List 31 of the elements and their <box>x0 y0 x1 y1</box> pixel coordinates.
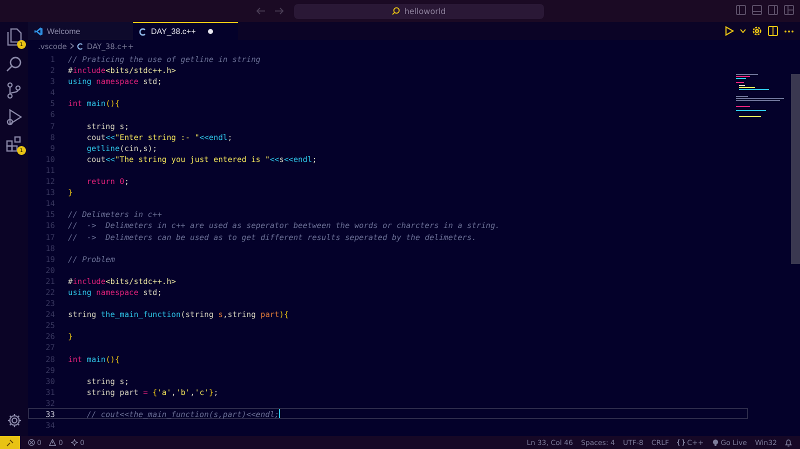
more-icon[interactable] <box>784 30 794 32</box>
remote-button[interactable] <box>0 436 20 449</box>
editor-tab[interactable]: DAY_38.c++ <box>133 22 238 40</box>
run-icon[interactable] <box>725 26 734 36</box>
run-icon[interactable] <box>6 109 22 126</box>
c-file-icon <box>76 42 84 50</box>
settings-icon[interactable] <box>752 26 762 36</box>
toggle-panel-icon[interactable] <box>752 5 762 15</box>
warning-icon <box>49 439 56 446</box>
search-icon[interactable] <box>6 56 22 72</box>
search-icon <box>392 7 400 15</box>
chevron-right-icon <box>70 43 74 49</box>
command-center-search[interactable]: helloworld <box>294 4 544 18</box>
split-editor-icon[interactable] <box>768 26 778 36</box>
text-cursor <box>279 409 280 418</box>
extensions-icon[interactable] <box>6 136 22 152</box>
toggle-secondary-sidebar-icon[interactable] <box>768 5 778 15</box>
editor-tab[interactable]: Welcome <box>28 22 133 40</box>
branch-icon[interactable] <box>7 82 21 99</box>
chevron-down-icon[interactable] <box>740 29 746 33</box>
files-icon[interactable] <box>6 28 22 46</box>
braces-icon <box>677 439 686 446</box>
error-icon <box>28 439 35 446</box>
vscode-logo-icon <box>34 27 43 36</box>
minimap-drawing <box>736 74 786 119</box>
c-file-icon <box>139 28 147 36</box>
toggle-sidebar-icon[interactable] <box>736 5 746 15</box>
scrollbar-thumb[interactable] <box>791 74 800 264</box>
bell-icon[interactable] <box>785 438 792 446</box>
remote-icon <box>6 438 14 446</box>
settings-icon[interactable] <box>6 413 22 428</box>
